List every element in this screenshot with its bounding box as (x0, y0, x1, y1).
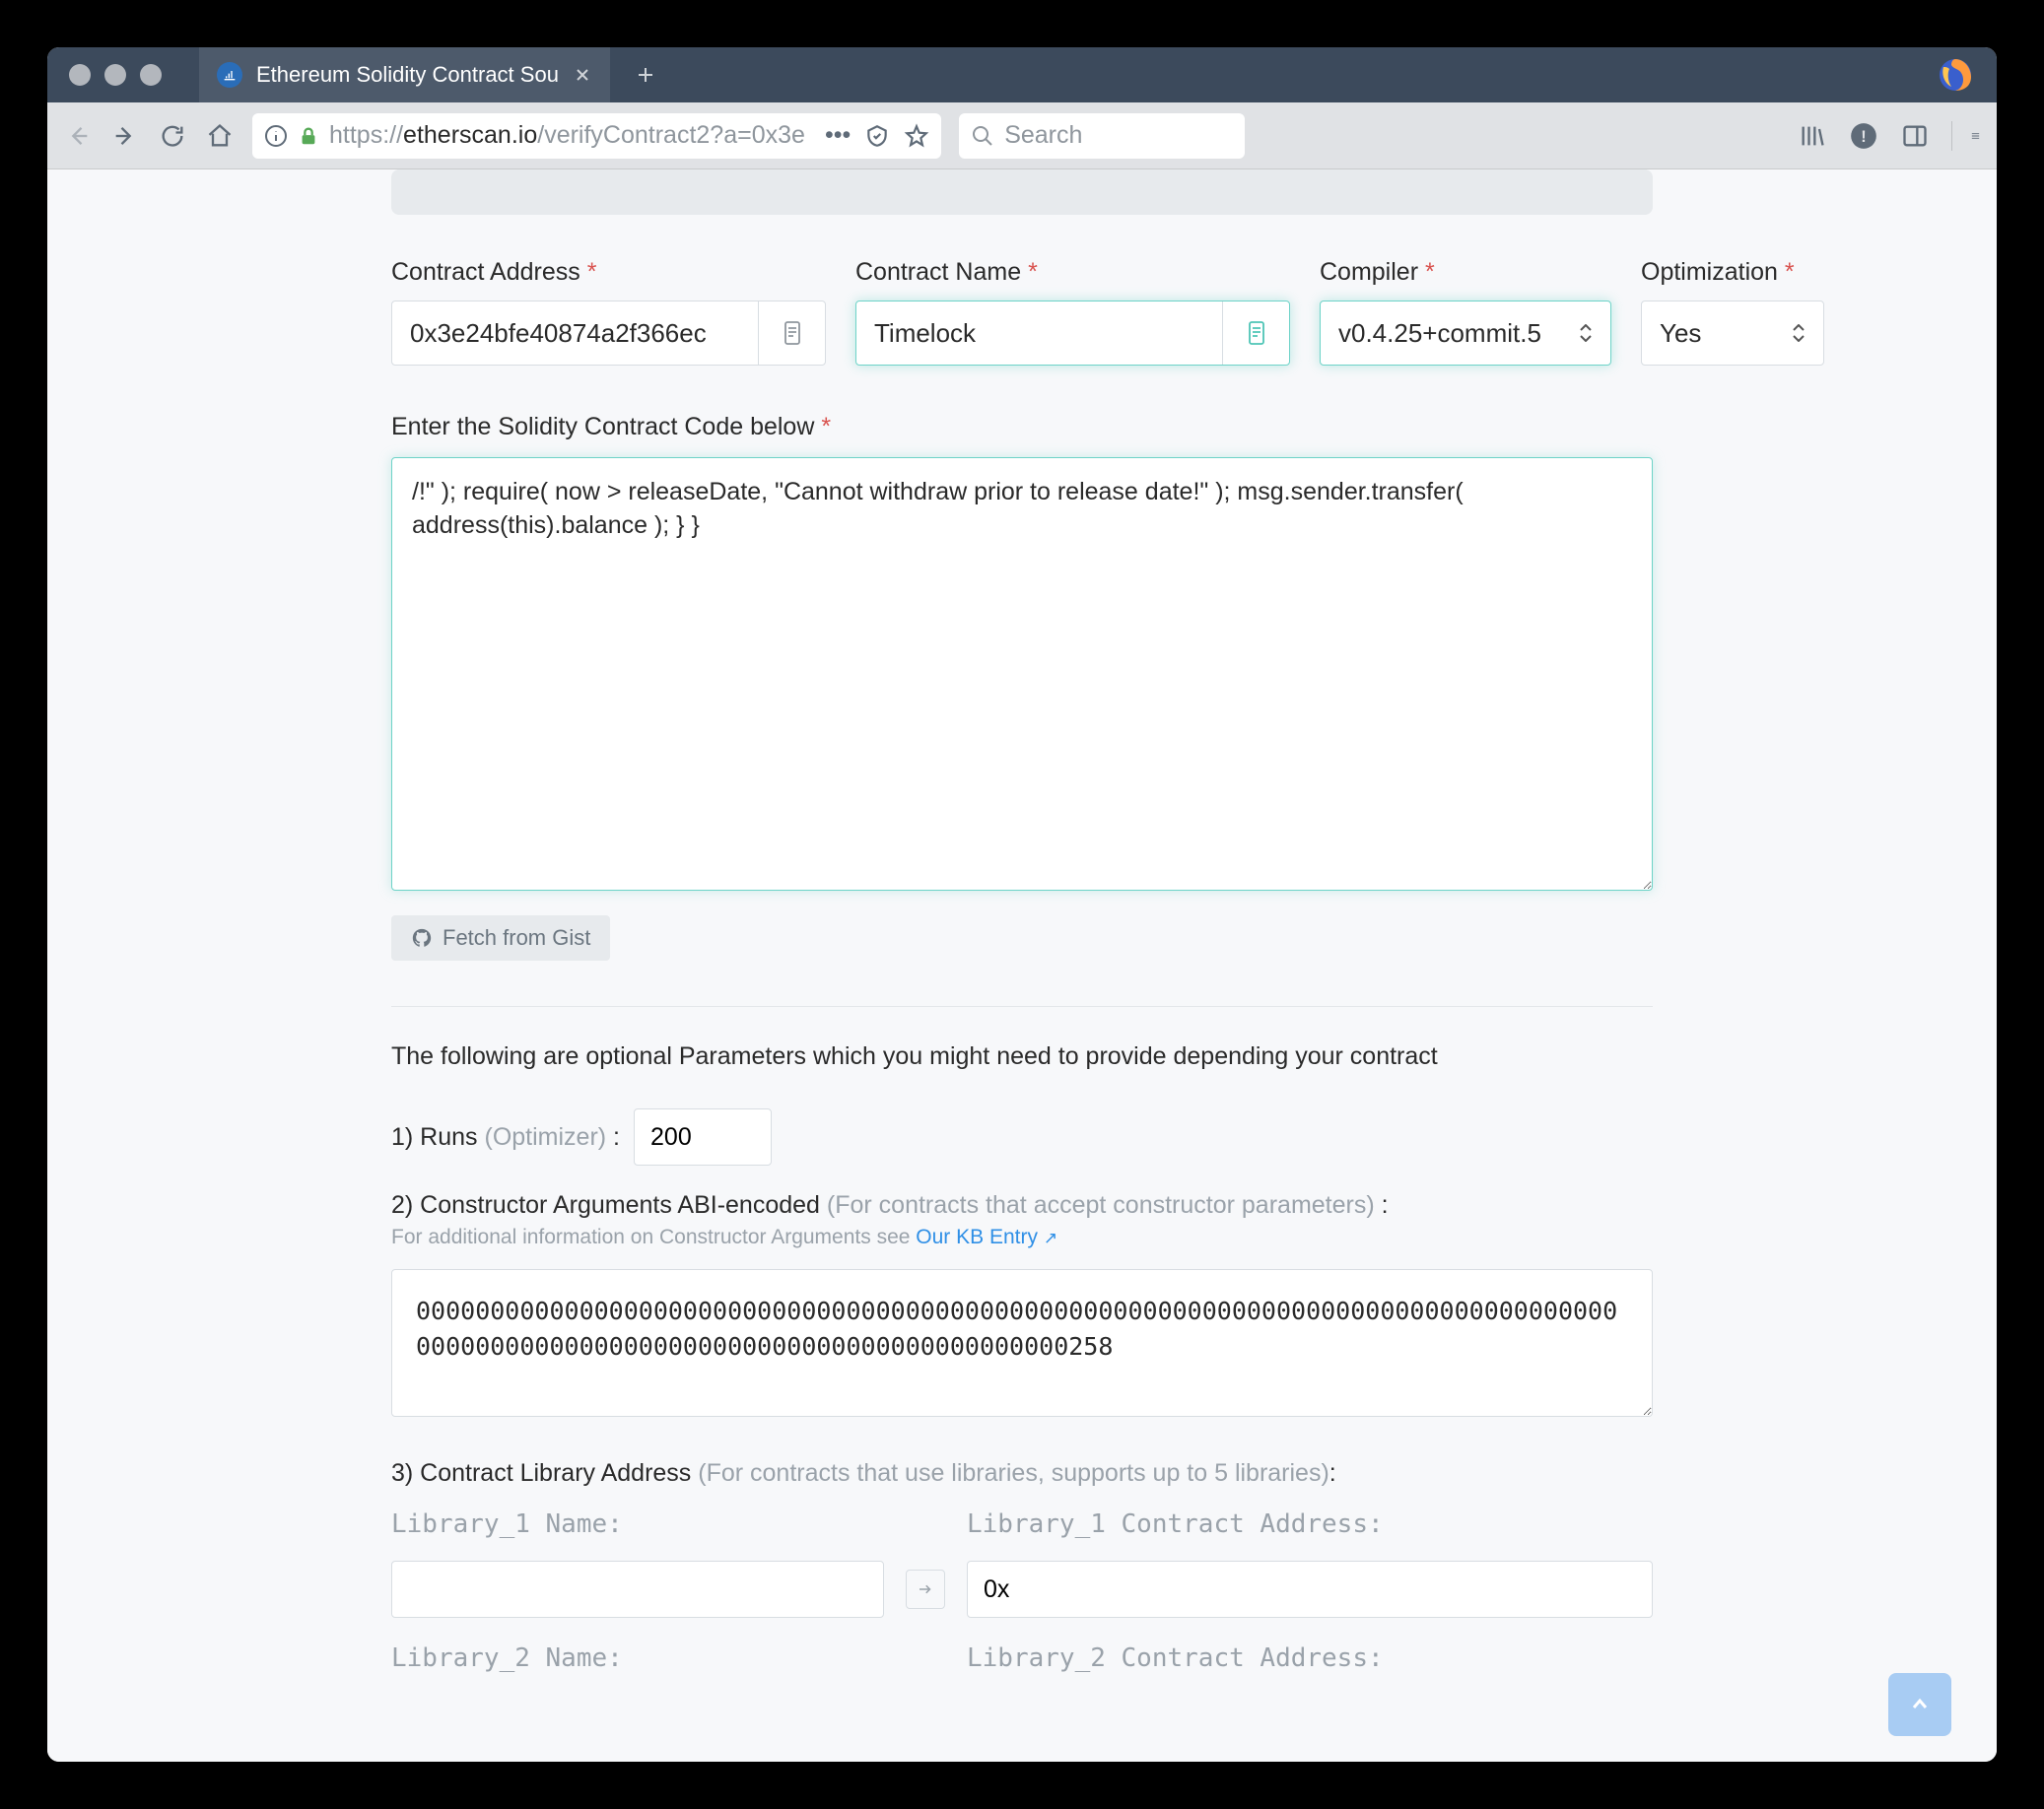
lock-icon (298, 125, 319, 147)
search-input[interactable] (1004, 121, 1233, 150)
runs-input[interactable] (634, 1108, 772, 1166)
browser-window: Ethereum Solidity Contract Sou (47, 47, 1997, 1762)
contract-name-input[interactable] (856, 302, 1222, 365)
optimization-label: Optimization * (1641, 258, 1824, 287)
minimize-window-button[interactable] (104, 64, 126, 86)
url-text: https://etherscan.io/verifyContract2?a=0… (329, 121, 805, 150)
contract-name-input-group (855, 301, 1290, 366)
code-section-label: Enter the Solidity Contract Code below * (391, 413, 1653, 441)
kb-entry-link[interactable]: Our KB Entry ↗ (916, 1226, 1057, 1248)
sidebar-icon[interactable] (1900, 121, 1930, 151)
solidity-code-textarea[interactable] (391, 457, 1653, 891)
bookmark-icon[interactable] (904, 123, 929, 149)
library-1-name-input[interactable] (391, 1561, 884, 1618)
page-actions-icon[interactable]: ••• (825, 121, 851, 150)
github-icon (411, 927, 433, 949)
runs-line: 1) Runs (Optimizer) : (391, 1108, 1653, 1166)
fetch-from-gist-button[interactable]: Fetch from Gist (391, 915, 610, 961)
navbar: https://etherscan.io/verifyContract2?a=0… (47, 102, 1997, 169)
library-1-name-label: Library_1 Name: (391, 1509, 884, 1539)
scroll-to-top-button[interactable] (1888, 1673, 1951, 1736)
reload-button[interactable] (158, 121, 187, 151)
divider (391, 1006, 1653, 1007)
search-icon (971, 124, 994, 148)
library-2-name-label: Library_2 Name: (391, 1643, 884, 1673)
tab-close-button[interactable] (573, 65, 592, 85)
close-window-button[interactable] (69, 64, 91, 86)
site-info-icon[interactable] (264, 124, 288, 148)
chevron-updown-icon (1579, 324, 1593, 342)
constructor-args-textarea[interactable] (391, 1269, 1653, 1417)
constructor-line: 2) Constructor Arguments ABI-encoded (Fo… (391, 1191, 1653, 1220)
back-button[interactable] (63, 121, 93, 151)
maximize-window-button[interactable] (140, 64, 162, 86)
library-section-line: 3) Contract Library Address (For contrac… (391, 1459, 1653, 1488)
chevron-updown-icon (1792, 324, 1806, 342)
library-2-addr-label: Library_2 Contract Address: (967, 1643, 1653, 1673)
library-icon[interactable] (1798, 121, 1827, 151)
firefox-logo-icon (1936, 55, 1975, 95)
contract-name-label: Contract Name * (855, 258, 1290, 287)
arrow-right-icon (906, 1570, 945, 1609)
home-button[interactable] (205, 121, 235, 151)
library-2-row: Library_2 Name: Library_2 Contract Addre… (391, 1643, 1653, 1685)
contract-address-copy-icon[interactable] (758, 302, 825, 365)
mozilla-badge-icon[interactable]: ! (1849, 121, 1878, 151)
banner-placeholder (391, 169, 1653, 215)
url-bar[interactable]: https://etherscan.io/verifyContract2?a=0… (252, 113, 941, 159)
titlebar: Ethereum Solidity Contract Sou (47, 47, 1997, 102)
library-1-addr-label: Library_1 Contract Address: (967, 1509, 1653, 1539)
contract-address-label: Contract Address * (391, 258, 826, 287)
forward-button[interactable] (110, 121, 140, 151)
constructor-info: For additional information on Constructo… (391, 1226, 1653, 1249)
svg-text:!: ! (1861, 127, 1866, 145)
etherscan-favicon-icon (217, 62, 242, 88)
new-tab-button[interactable] (626, 55, 665, 95)
contract-address-input[interactable] (392, 302, 758, 365)
reader-mode-icon[interactable] (864, 123, 890, 149)
browser-tab[interactable]: Ethereum Solidity Contract Sou (199, 47, 610, 102)
page-viewport: Contract Address * Contract Name * (47, 169, 1997, 1762)
search-bar[interactable] (959, 113, 1245, 159)
optimization-select[interactable]: Yes (1641, 301, 1824, 366)
optional-params-intro: The following are optional Parameters wh… (391, 1042, 1653, 1071)
compiler-label: Compiler * (1320, 258, 1611, 287)
library-1-addr-input[interactable] (967, 1561, 1653, 1618)
window-controls (69, 64, 162, 86)
contract-address-input-group (391, 301, 826, 366)
menu-icon[interactable] (1951, 121, 1981, 151)
tab-title: Ethereum Solidity Contract Sou (256, 62, 559, 88)
contract-name-doc-icon[interactable] (1222, 302, 1289, 365)
main-fields-row: Contract Address * Contract Name * (391, 258, 1653, 366)
compiler-select[interactable]: v0.4.25+commit.5 (1320, 301, 1611, 366)
library-1-row: Library_1 Name: Library_1 Contract Addre… (391, 1509, 1653, 1618)
